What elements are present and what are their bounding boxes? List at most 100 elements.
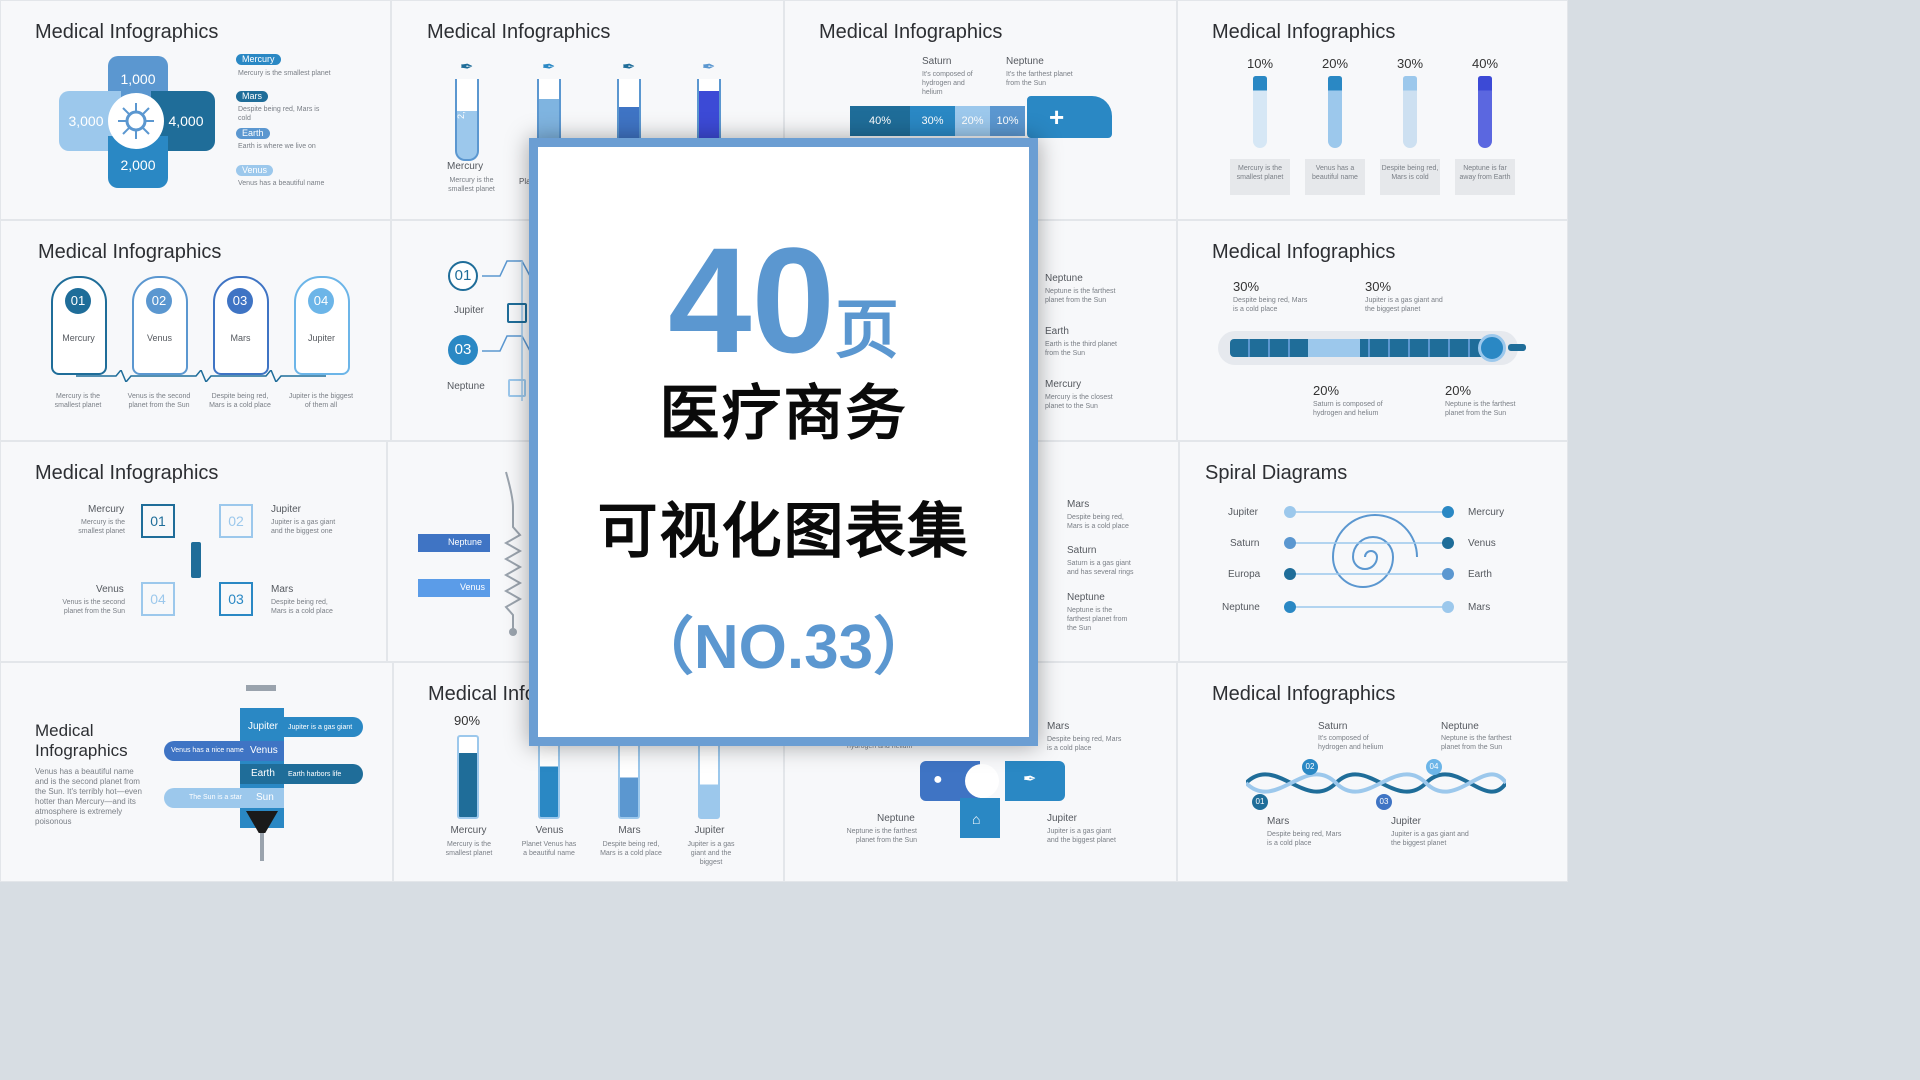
neptune-label: Neptune	[1006, 56, 1044, 67]
legend-label: Mercury	[236, 54, 281, 65]
plunger-icon	[246, 685, 276, 691]
box-number: 04	[141, 582, 175, 616]
dropper-icon	[1328, 76, 1342, 148]
thermo-fill	[1230, 339, 1490, 357]
pin-number: 03	[227, 288, 253, 314]
thermo-pct: 30%	[1365, 279, 1392, 294]
thermo-text: Jupiter is a gas giant and the biggest p…	[1365, 297, 1443, 313]
thermo-text: Neptune is the farthest planet from the …	[1445, 401, 1516, 417]
thermo-fill-light	[1308, 339, 1360, 357]
pipette-icon: ✒	[622, 59, 636, 76]
dna-saturn-text: It's composed of hydrogen and helium	[1318, 735, 1384, 751]
dot-icon	[1442, 506, 1454, 518]
virus-icon	[116, 101, 156, 141]
cross-icon: +	[1049, 102, 1065, 132]
dot-icon	[1442, 568, 1454, 580]
pin-label: Jupiter	[307, 333, 335, 343]
box-label: Jupiter	[271, 504, 302, 515]
thermo-tip	[1508, 344, 1526, 351]
pipette-icon: ✒	[460, 59, 474, 76]
slide-thumb-spiral[interactable]: Spiral Diagrams Jupiter Saturn Europa Ne…	[1179, 441, 1568, 662]
neptune-text: It's the farthest planet from the Sun	[1006, 71, 1073, 87]
box-label: Mercury	[88, 504, 125, 515]
list-label: Neptune	[1045, 273, 1083, 284]
bar-row-text: Earth harbors life	[288, 771, 342, 778]
tube-label: Mercury	[447, 161, 484, 172]
dna-neptune: Neptune	[1441, 721, 1479, 732]
saturn-text: It's composed of hydrogen and helium	[922, 71, 973, 96]
box-label: Venus	[96, 584, 124, 595]
syringe-icon	[457, 735, 479, 819]
slide-thumb-boxes[interactable]: Medical Infographics 01 02 04 03 Mercury…	[0, 441, 387, 662]
slide-title: Medical Infographics	[35, 462, 219, 484]
kit-neptune-text: Neptune is the farthest planet from the …	[846, 828, 917, 844]
dna-number: 03	[1376, 794, 1392, 810]
box-label: Mars	[271, 584, 294, 595]
kit-neptune: Neptune	[877, 813, 915, 824]
syringe-icon	[618, 743, 640, 819]
needle-tip	[260, 833, 264, 861]
node-label: Neptune	[447, 381, 485, 392]
bar-row-text: Jupiter is a gas giant	[288, 724, 353, 731]
syringe-label: Mars	[618, 825, 641, 836]
thermo-text: Saturn is composed of hydrogen and heliu…	[1313, 401, 1383, 417]
dna-number: 01	[1252, 794, 1268, 810]
stethoscope-tube	[498, 467, 528, 637]
thermo-pct: 30%	[1233, 279, 1260, 294]
spiral-right-label: Earth	[1468, 569, 1492, 580]
kit-jupiter: Jupiter	[1047, 813, 1078, 824]
list-text: Mercury is the closest planet to the Sun	[1045, 394, 1113, 410]
dropper-icon	[1253, 76, 1267, 148]
pill-venus-label: Venus	[460, 582, 486, 592]
pills-icon: ●	[933, 771, 943, 788]
syringe-icon: ✒	[1023, 771, 1037, 788]
list-text: Earth is the third planet from the Sun	[1045, 341, 1117, 357]
segment-value: 20%	[961, 115, 984, 127]
pin-number: 04	[308, 288, 334, 314]
kit-jupiter-text: Jupiter is a gas giant and the biggest p…	[1047, 828, 1116, 844]
slide-thumb-cross[interactable]: Medical Infographics 1,000 3,000 4,000 2…	[0, 0, 391, 220]
syringe-label: Mercury	[450, 825, 487, 836]
cover-number: 40	[668, 216, 835, 384]
bar-row-label: Sun	[256, 792, 274, 803]
pin-text: Jupiter is the biggest of them all	[288, 393, 354, 409]
dna-saturn: Saturn	[1318, 721, 1348, 732]
slide-thumb-dna[interactable]: Medical Infographics Saturn It's compose…	[1177, 662, 1568, 882]
slide-title-line2: Infographics	[35, 741, 128, 760]
dropper-text: Despite being red, Mars is cold	[1380, 159, 1440, 195]
slide-thumb-thermometer[interactable]: Medical Infographics 30% Despite being r…	[1177, 220, 1568, 441]
spiral-right-label: Mars	[1468, 602, 1491, 613]
heartbeat-line	[76, 368, 326, 384]
segment-value: 40%	[868, 115, 892, 127]
box-number: 02	[219, 504, 253, 538]
spiral-left-label: Jupiter	[1228, 507, 1259, 518]
thermo-text: Despite being red, Mars is a cold place	[1233, 297, 1308, 313]
syringe-icon	[191, 542, 201, 578]
kit-center	[965, 764, 999, 798]
dna-jupiter: Jupiter	[1391, 816, 1422, 827]
calendar-icon	[508, 379, 526, 397]
bar-row-label: Venus	[250, 745, 278, 756]
slide-thumb-pins[interactable]: Medical Infographics 01 02 03 04 Mercury…	[0, 220, 391, 441]
slide-thumb-droppers[interactable]: Medical Infographics 10% 20% 30% 40% Mer…	[1177, 0, 1568, 220]
dropper-text: Venus has a beautiful name	[1305, 159, 1365, 195]
list-label: Mars	[1067, 499, 1090, 510]
bar-row-label: Earth	[251, 768, 275, 779]
slide-thumb-syringe-bars[interactable]: Medical Infographics Venus has a beautif…	[0, 662, 393, 882]
cover-card: 40页 医疗商务 可视化图表集 （NO.33）	[529, 138, 1038, 746]
slide-title-line1: Medical	[35, 721, 94, 740]
pill-neptune-label: Neptune	[448, 537, 483, 547]
list-text: Saturn is a gas giant and has several ri…	[1067, 560, 1134, 576]
syringe-text: Mercury is the smallest planet	[445, 841, 493, 857]
box-text: Mercury is the smallest planet	[78, 519, 125, 535]
spiral-left-label: Neptune	[1222, 602, 1260, 613]
dna-number: 02	[1302, 759, 1318, 775]
dropper-pct: 10%	[1247, 56, 1274, 71]
syringe-text: Planet Venus has a beautiful name	[521, 841, 577, 857]
spiral-right-label: Mercury	[1468, 507, 1505, 518]
slide-title: Medical Infographics	[1212, 241, 1396, 263]
clipboard-icon	[507, 303, 527, 323]
dropper-pct: 40%	[1472, 56, 1499, 71]
spiral-left-label: Europa	[1228, 569, 1261, 580]
dna-jupiter-text: Jupiter is a gas giant and the biggest p…	[1391, 831, 1469, 847]
